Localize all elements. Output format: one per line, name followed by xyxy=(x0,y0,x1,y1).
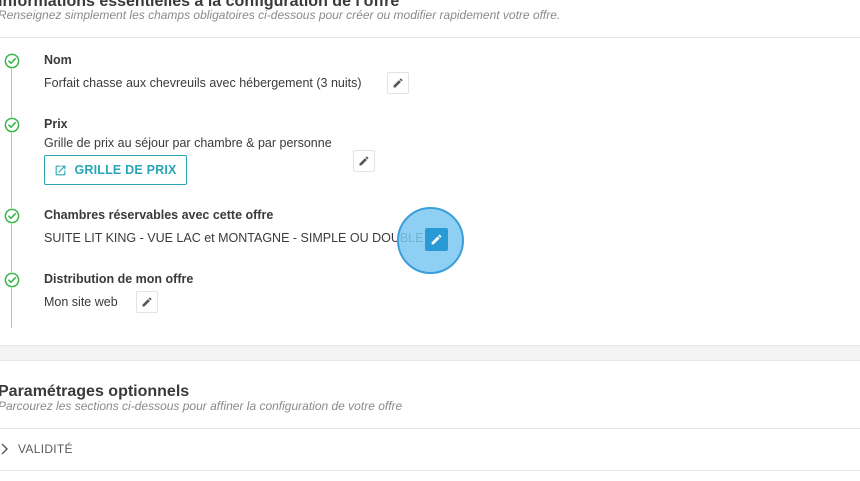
pencil-icon xyxy=(359,156,369,166)
check-circle-icon xyxy=(4,208,20,224)
step-label-nom: Nom xyxy=(44,53,72,67)
edit-distribution-button[interactable] xyxy=(136,291,158,313)
pencil-icon xyxy=(431,234,442,245)
divider xyxy=(0,470,860,471)
check-circle-icon xyxy=(4,272,20,288)
accordion-validite[interactable]: VALIDITÉ xyxy=(0,437,860,461)
accordion-label: VALIDITÉ xyxy=(18,442,73,456)
price-grid-button[interactable]: GRILLE DE PRIX xyxy=(44,155,187,185)
external-link-icon xyxy=(56,165,66,175)
edit-chambres-button[interactable] xyxy=(425,228,448,251)
chevron-right-icon xyxy=(1,443,8,455)
pencil-icon xyxy=(142,297,152,307)
step-value-nom: Forfait chasse aux chevreuils avec héber… xyxy=(44,76,362,90)
pencil-icon xyxy=(393,78,403,88)
optional-subtitle: Parcourez les sections ci-dessous pour a… xyxy=(0,399,403,413)
price-grid-button-label: GRILLE DE PRIX xyxy=(74,163,177,177)
step-value-distribution: Mon site web xyxy=(44,295,118,309)
check-circle-icon xyxy=(4,117,20,133)
section-separator xyxy=(0,345,860,361)
edit-prix-button[interactable] xyxy=(353,150,375,172)
edit-nom-button[interactable] xyxy=(387,72,409,94)
essentials-subtitle: Renseignez simplement les champs obligat… xyxy=(0,8,561,22)
step-value-prix: Grille de prix au séjour par chambre & p… xyxy=(44,136,332,150)
step-label-distribution: Distribution de mon offre xyxy=(44,272,194,286)
step-label-chambres: Chambres réservables avec cette offre xyxy=(44,208,274,222)
divider xyxy=(0,37,860,38)
check-circle-icon xyxy=(4,53,20,69)
step-label-prix: Prix xyxy=(44,117,68,131)
step-value-chambres: SUITE LIT KING - VUE LAC et MONTAGNE - S… xyxy=(44,231,424,245)
divider xyxy=(0,428,860,429)
